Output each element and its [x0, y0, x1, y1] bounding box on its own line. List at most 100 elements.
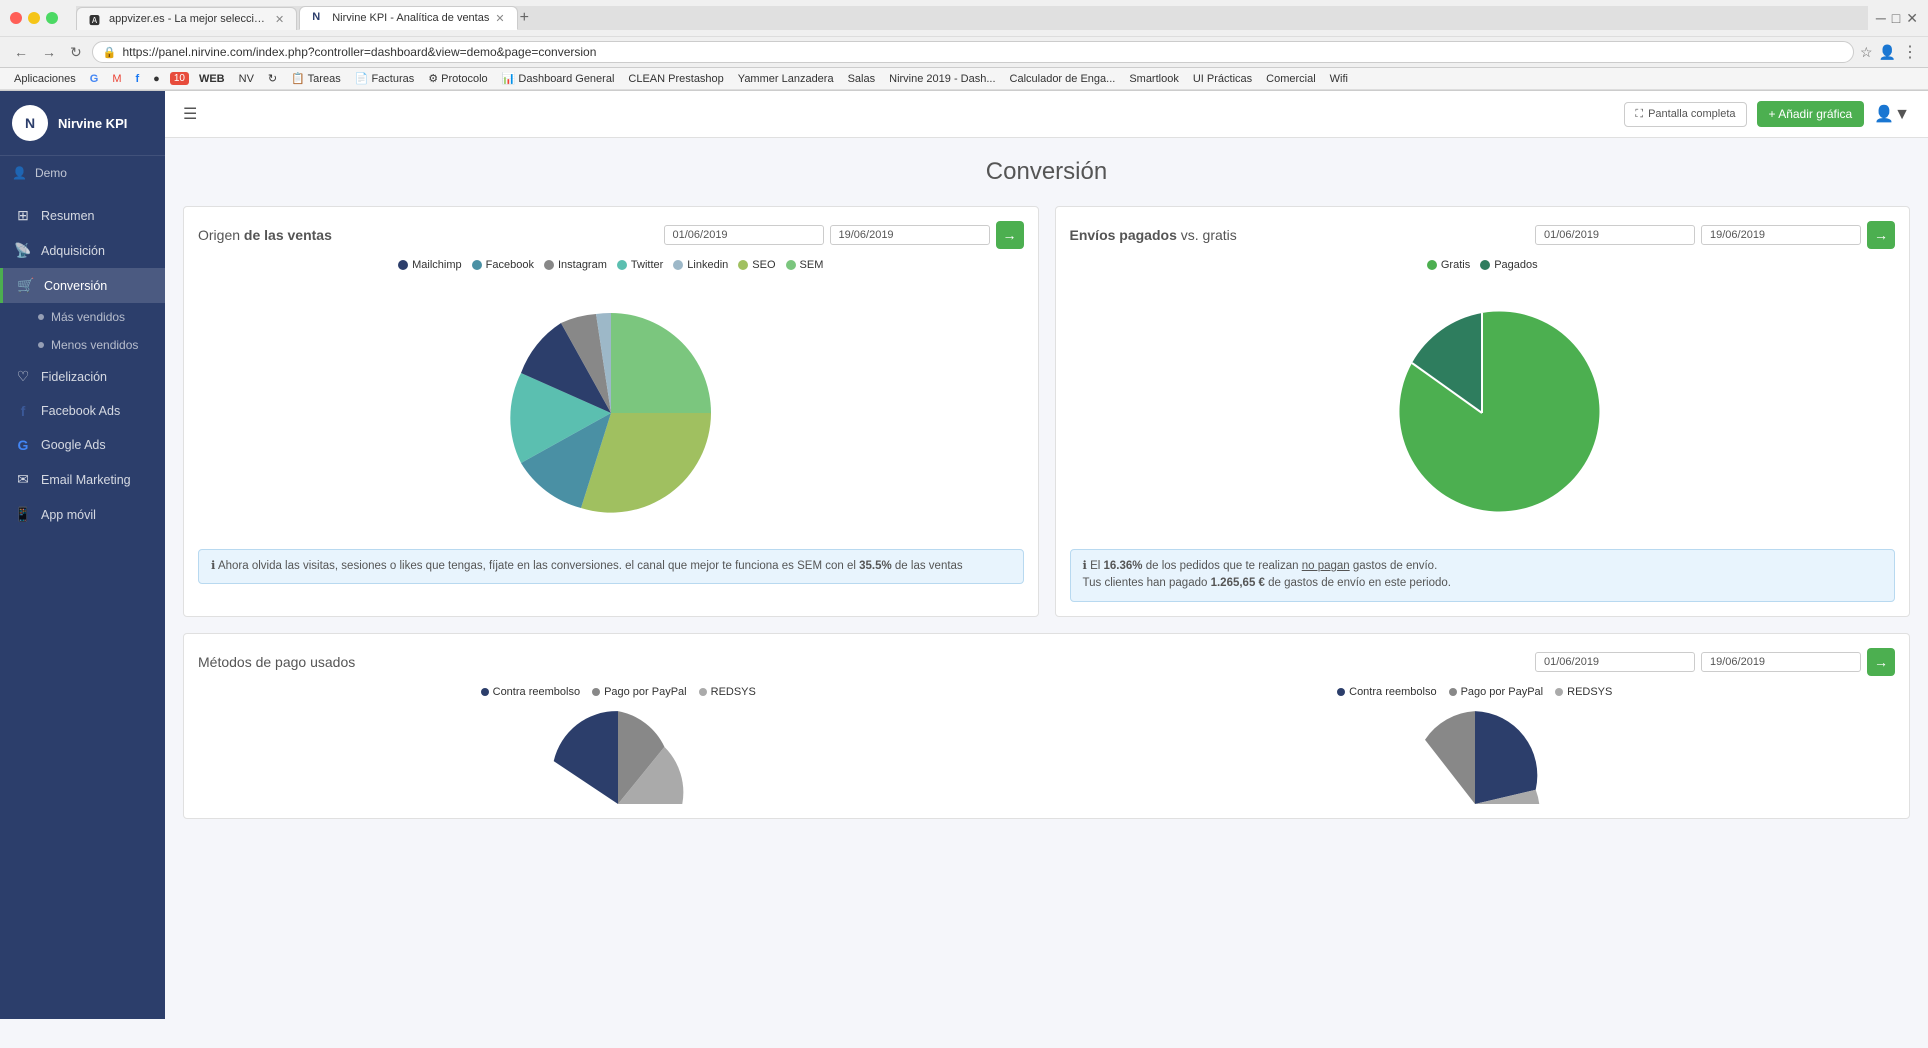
legend-sem: SEM: [786, 259, 824, 271]
tab1-close[interactable]: ✕: [275, 13, 284, 26]
app-container: N Nirvine KPI 👤 Demo ⊞ Resumen 📡 Adquisi…: [0, 91, 1928, 1019]
sidebar-item-fidelizacion-label: Fidelización: [41, 370, 107, 384]
fullscreen-icon: ⛶: [1635, 108, 1643, 121]
forward-btn[interactable]: →: [38, 42, 60, 62]
browser-chrome: 🅰 appvizer.es - La mejor selección... ✕ …: [0, 0, 1928, 91]
legend-redsys-left: REDSYS: [699, 686, 756, 698]
chart1-nav-button[interactable]: →: [996, 221, 1024, 249]
sem-dot: [786, 260, 796, 270]
bookmark-salas[interactable]: Salas: [844, 72, 880, 86]
legend-pagados: Pagados: [1480, 259, 1537, 271]
new-tab-button[interactable]: +: [520, 9, 529, 27]
header-left: ☰: [183, 104, 197, 124]
sidebar-item-app-movil[interactable]: 📱 App móvil: [0, 497, 165, 532]
chart2-date-end[interactable]: [1701, 225, 1861, 245]
bookmark-nv[interactable]: NV: [235, 72, 258, 86]
chart3-nav-button[interactable]: →: [1867, 648, 1895, 676]
user-menu-button[interactable]: 👤▼: [1874, 104, 1910, 124]
legend-facebook: Facebook: [472, 259, 534, 271]
lock-icon: 🔒: [103, 46, 117, 59]
window-x-icon[interactable]: ✕: [1906, 10, 1918, 27]
chart3-date-end[interactable]: [1701, 652, 1861, 672]
app-name: Nirvine KPI: [58, 116, 127, 131]
chart1-date-start[interactable]: [664, 225, 824, 245]
bookmark-dashboard[interactable]: 📊 Dashboard General: [498, 71, 619, 86]
mas-vendidos-dot: [38, 314, 44, 320]
profile-icon[interactable]: 👤: [1879, 44, 1896, 61]
legend-linkedin: Linkedin: [673, 259, 728, 271]
sidebar-item-google-ads[interactable]: G Google Ads: [0, 428, 165, 462]
bookmark-web[interactable]: WEB: [195, 72, 229, 86]
browser-tab-1[interactable]: 🅰 appvizer.es - La mejor selección... ✕: [76, 7, 297, 30]
chart2-date-start[interactable]: [1535, 225, 1695, 245]
facebook-label: Facebook: [486, 259, 534, 271]
bookmark-calculador[interactable]: Calculador de Enga...: [1006, 72, 1120, 86]
back-btn[interactable]: ←: [10, 42, 32, 62]
reload-btn[interactable]: ↻: [66, 42, 86, 63]
bookmark-wifi[interactable]: Wifi: [1326, 72, 1352, 86]
window-minimize-icon[interactable]: ─: [1876, 10, 1886, 26]
hamburger-button[interactable]: ☰: [183, 104, 197, 124]
bookmark-nirvine[interactable]: Nirvine 2019 - Dash...: [885, 72, 999, 86]
browser-tab-2[interactable]: N Nirvine KPI - Analítica de ventas ✕: [299, 6, 517, 30]
chart1-title-bold: de las ventas: [240, 227, 332, 243]
bookmark-g[interactable]: G: [86, 72, 103, 86]
tab2-label: Nirvine KPI - Analítica de ventas: [332, 12, 489, 24]
pagados-label: Pagados: [1494, 259, 1537, 271]
chart3-header: Métodos de pago usados →: [198, 648, 1895, 676]
chart2-info-text: El 16.36% de los pedidos que te realizan…: [1083, 560, 1452, 589]
facebook-ads-icon: f: [14, 403, 32, 419]
bookmark-smartlook[interactable]: Smartlook: [1125, 72, 1183, 86]
bookmark-comercial[interactable]: Comercial: [1262, 72, 1320, 86]
paypal-right-label: Pago por PayPal: [1461, 686, 1544, 698]
fullscreen-button[interactable]: ⛶ Pantalla completa: [1624, 102, 1746, 127]
bookmark-star[interactable]: ☆: [1860, 44, 1873, 61]
payment-pie-right-svg: [1395, 704, 1555, 804]
seo-label: SEO: [752, 259, 775, 271]
bookmark-circle[interactable]: ●: [149, 72, 164, 86]
tab2-close[interactable]: ✕: [495, 12, 504, 25]
bookmark-ui[interactable]: UI Prácticas: [1189, 72, 1256, 86]
sem-slice: [611, 313, 711, 413]
sidebar-item-resumen[interactable]: ⊞ Resumen: [0, 198, 165, 233]
bookmark-10[interactable]: 10: [170, 72, 189, 85]
window-controls: [10, 12, 58, 24]
chart2-title-bold: Envíos pagados: [1070, 227, 1177, 243]
add-chart-button[interactable]: + Añadir gráfica: [1757, 101, 1865, 127]
sidebar-item-menos-vendidos[interactable]: Menos vendidos: [0, 331, 165, 359]
chart1-date-end[interactable]: [830, 225, 990, 245]
user-name: Demo: [35, 166, 67, 180]
chart3-date-start[interactable]: [1535, 652, 1695, 672]
bookmark-protocolo[interactable]: ⚙ Protocolo: [424, 71, 491, 86]
bookmark-tareas[interactable]: 📋 Tareas: [287, 71, 345, 86]
menu-dots-icon[interactable]: ⋮: [1902, 42, 1918, 62]
logo-circle: N: [12, 105, 48, 141]
bookmark-clean[interactable]: CLEAN Prestashop: [624, 72, 727, 86]
sidebar-item-adquisicion[interactable]: 📡 Adquisición: [0, 233, 165, 268]
sidebar-item-fidelizacion[interactable]: ♡ Fidelización: [0, 359, 165, 394]
bookmark-aplicaciones[interactable]: Aplicaciones: [10, 72, 80, 86]
sidebar-item-email-marketing[interactable]: ✉ Email Marketing: [0, 462, 165, 497]
bookmark-facturas[interactable]: 📄 Facturas: [351, 71, 419, 86]
bookmark-yammer[interactable]: Yammer Lanzadera: [734, 72, 838, 86]
bookmark-arrow[interactable]: ↻: [264, 71, 281, 86]
window-max-btn[interactable]: [46, 12, 58, 24]
redsys-right-label: REDSYS: [1567, 686, 1612, 698]
window-restore-icon[interactable]: □: [1892, 10, 1900, 26]
browser-tabs: 🅰 appvizer.es - La mejor selección... ✕ …: [76, 6, 1868, 30]
bookmark-gmail[interactable]: M: [108, 72, 125, 86]
url-box[interactable]: 🔒 https://panel.nirvine.com/index.php?co…: [92, 41, 1854, 63]
window-close-btn[interactable]: [10, 12, 22, 24]
bookmark-fb[interactable]: f: [132, 72, 144, 86]
sidebar-item-conversion[interactable]: 🛒 Conversión: [0, 268, 165, 303]
sidebar-item-facebook-ads[interactable]: f Facebook Ads: [0, 394, 165, 428]
sidebar-item-conversion-label: Conversión: [44, 279, 107, 293]
chart2-info-icon: ℹ: [1083, 560, 1087, 572]
chart2-nav-button[interactable]: →: [1867, 221, 1895, 249]
payment-chart-left: Contra reembolso Pago por PayPal REDSYS: [198, 686, 1039, 804]
address-bar: ← → ↻ 🔒 https://panel.nirvine.com/index.…: [0, 37, 1928, 68]
sidebar-user: 👤 Demo: [0, 156, 165, 190]
chart2-header: Envíos pagados vs. gratis →: [1070, 221, 1896, 249]
window-min-btn[interactable]: [28, 12, 40, 24]
sidebar-item-mas-vendidos[interactable]: Más vendidos: [0, 303, 165, 331]
